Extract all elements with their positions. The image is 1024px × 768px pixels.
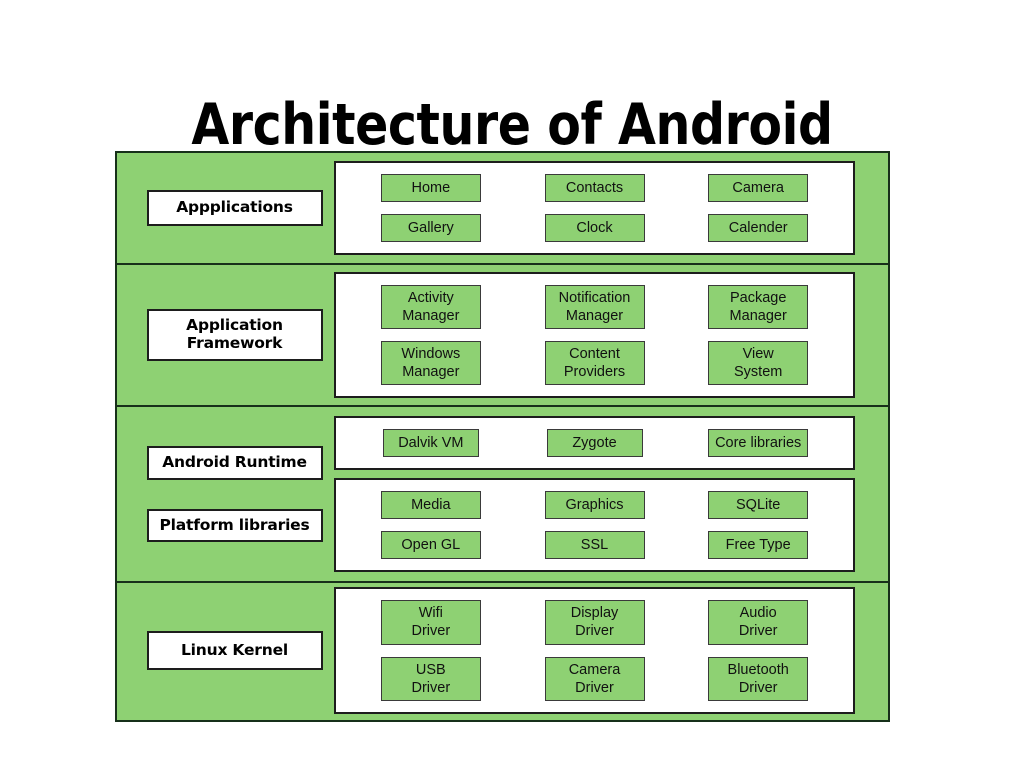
android-runtime-row-1: Dalvik VM Zygote Core libraries: [354, 428, 835, 457]
chip-slot: Graphics: [518, 490, 672, 520]
chip-slot: Gallery: [354, 214, 508, 243]
component-display-driver[interactable]: Display Driver: [544, 600, 645, 645]
applications-row-2: Gallery Clock Calender: [354, 214, 835, 243]
chip-slot: USB Driver: [354, 656, 508, 701]
chip-slot: Package Manager: [681, 284, 835, 329]
kernel-row-1: Wifi Driver Display Driver Audio Driver: [354, 600, 835, 645]
component-free-type[interactable]: Free Type: [708, 531, 809, 560]
chip-slot: Content Providers: [518, 341, 672, 386]
layer-applications: Appplications Home Contacts Camera Galle…: [117, 153, 888, 263]
component-package-manager[interactable]: Package Manager: [708, 284, 809, 329]
chip-slot: Windows Manager: [354, 341, 508, 386]
component-notification-manager[interactable]: Notification Manager: [544, 284, 645, 329]
chip-slot: Home: [354, 173, 508, 202]
chip-slot: Display Driver: [518, 600, 672, 645]
layer-application-framework: Application Framework Activity Manager N…: [117, 263, 888, 405]
chip-slot: Audio Driver: [681, 600, 835, 645]
chip-slot: Zygote: [518, 428, 672, 457]
component-ssl[interactable]: SSL: [544, 531, 645, 560]
component-graphics[interactable]: Graphics: [544, 490, 645, 520]
component-view-system[interactable]: View System: [708, 341, 809, 386]
layer-libraries-label-column: Android Runtime Platform libraries: [117, 445, 334, 543]
chip-slot: Activity Manager: [354, 284, 508, 329]
layer-linux-kernel-label-column: Linux Kernel: [117, 630, 334, 671]
component-gallery[interactable]: Gallery: [380, 214, 481, 243]
chip-slot: Dalvik VM: [354, 428, 508, 457]
component-home[interactable]: Home: [380, 173, 481, 202]
component-activity-manager[interactable]: Activity Manager: [380, 284, 481, 329]
framework-panel: Activity Manager Notification Manager Pa…: [334, 271, 855, 399]
component-media[interactable]: Media: [380, 490, 481, 520]
chip-slot: Wifi Driver: [354, 600, 508, 645]
layer-label-applications: Appplications: [146, 190, 323, 226]
page-title: Architecture of Android: [191, 92, 833, 159]
component-dalvik-vm[interactable]: Dalvik VM: [382, 428, 479, 457]
chip-slot: Clock: [518, 214, 672, 243]
applications-panel: Home Contacts Camera Gallery Clock Calen…: [334, 160, 855, 256]
applications-row-1: Home Contacts Camera: [354, 173, 835, 202]
android-architecture-diagram: Appplications Home Contacts Camera Galle…: [115, 151, 890, 722]
kernel-panel: Wifi Driver Display Driver Audio Driver …: [334, 587, 855, 714]
component-sqlite[interactable]: SQLite: [708, 490, 809, 520]
component-bluetooth-driver[interactable]: Bluetooth Driver: [708, 656, 809, 701]
component-camera-driver[interactable]: Camera Driver: [544, 656, 645, 701]
layer-libraries-content: Dalvik VM Zygote Core libraries Media Gr…: [334, 415, 888, 573]
chip-slot: Core libraries: [681, 428, 835, 457]
kernel-row-2: USB Driver Camera Driver Bluetooth Drive…: [354, 656, 835, 701]
framework-row-2: Windows Manager Content Providers View S…: [354, 341, 835, 386]
layer-libraries: Android Runtime Platform libraries Dalvi…: [117, 405, 888, 581]
chip-slot: Contacts: [518, 173, 672, 202]
layer-label-platform-libraries: Platform libraries: [146, 508, 323, 543]
framework-row-1: Activity Manager Notification Manager Pa…: [354, 284, 835, 329]
layer-applications-content: Home Contacts Camera Gallery Clock Calen…: [334, 160, 888, 256]
component-contacts[interactable]: Contacts: [544, 173, 645, 202]
chip-slot: Bluetooth Driver: [681, 656, 835, 701]
component-windows-manager[interactable]: Windows Manager: [380, 341, 481, 386]
chip-slot: Media: [354, 490, 508, 520]
layer-label-linux-kernel: Linux Kernel: [146, 630, 323, 671]
component-core-libraries[interactable]: Core libraries: [708, 428, 809, 457]
component-usb-driver[interactable]: USB Driver: [380, 656, 481, 701]
layer-application-framework-content: Activity Manager Notification Manager Pa…: [334, 271, 888, 399]
component-wifi-driver[interactable]: Wifi Driver: [380, 600, 481, 645]
chip-slot: Camera: [681, 173, 835, 202]
layer-label-android-runtime: Android Runtime: [146, 445, 323, 480]
component-camera[interactable]: Camera: [708, 173, 809, 202]
android-runtime-panel: Dalvik VM Zygote Core libraries: [334, 415, 855, 470]
chip-slot: Notification Manager: [518, 284, 672, 329]
layer-linux-kernel: Linux Kernel Wifi Driver Display Driver …: [117, 581, 888, 718]
component-audio-driver[interactable]: Audio Driver: [708, 600, 809, 645]
chip-slot: SQLite: [681, 490, 835, 520]
layer-label-application-framework: Application Framework: [146, 309, 323, 361]
component-clock[interactable]: Clock: [544, 214, 645, 243]
chip-slot: View System: [681, 341, 835, 386]
chip-slot: SSL: [518, 531, 672, 560]
component-open-gl[interactable]: Open GL: [380, 531, 481, 560]
platform-libraries-row-1: Media Graphics SQLite: [354, 490, 835, 520]
layer-applications-label-column: Appplications: [117, 190, 334, 226]
component-calender[interactable]: Calender: [708, 214, 809, 243]
chip-slot: Free Type: [681, 531, 835, 560]
platform-libraries-row-2: Open GL SSL Free Type: [354, 531, 835, 560]
layer-application-framework-label-column: Application Framework: [117, 309, 334, 361]
chip-slot: Open GL: [354, 531, 508, 560]
component-zygote[interactable]: Zygote: [546, 428, 643, 457]
chip-slot: Calender: [681, 214, 835, 243]
layer-linux-kernel-content: Wifi Driver Display Driver Audio Driver …: [334, 587, 888, 714]
chip-slot: Camera Driver: [518, 656, 672, 701]
platform-libraries-panel: Media Graphics SQLite Open GL SSL Free T…: [334, 477, 855, 573]
component-content-providers[interactable]: Content Providers: [544, 341, 645, 386]
